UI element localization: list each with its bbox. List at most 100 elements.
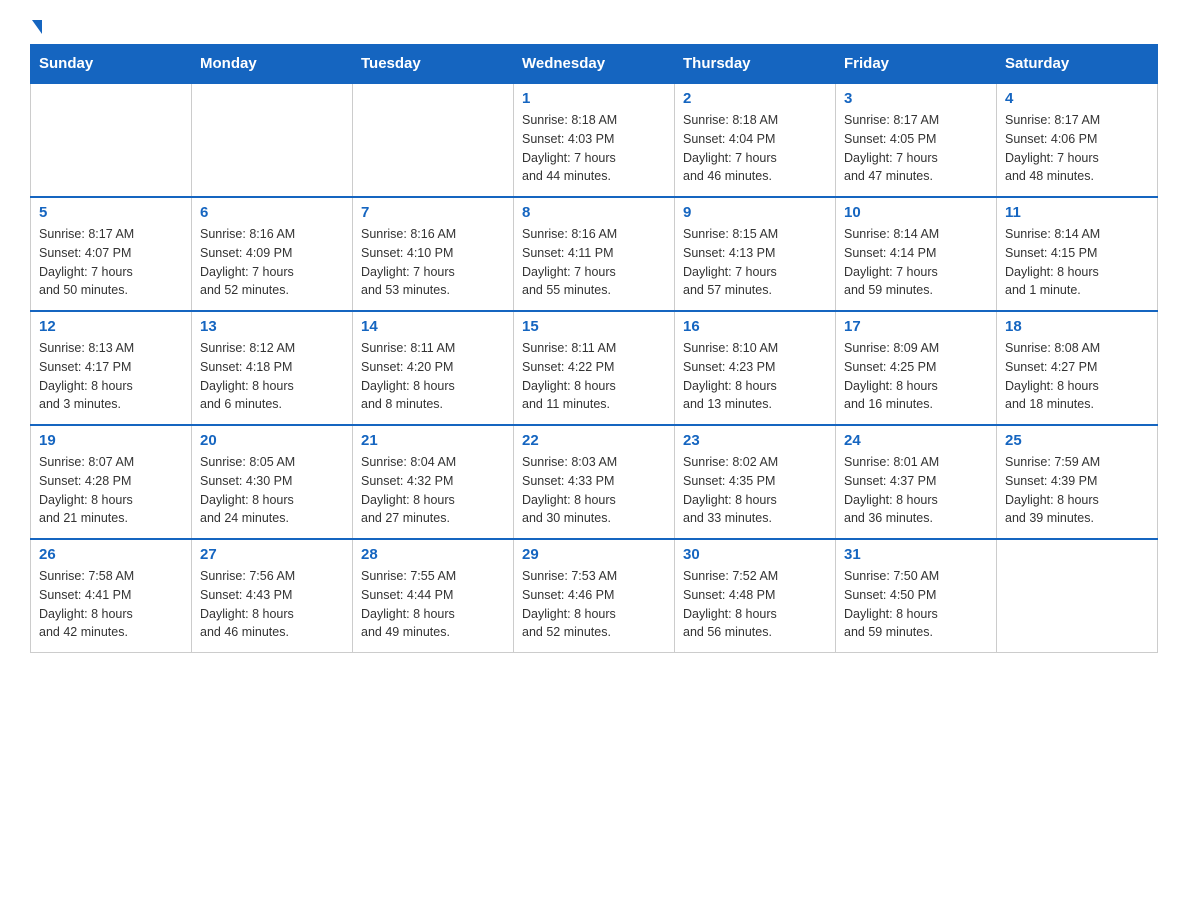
day-number: 24 [844, 432, 988, 449]
calendar-cell: 12 Sunrise: 8:13 AMSunset: 4:17 PMDayligh… [31, 311, 192, 425]
calendar-cell: 30 Sunrise: 7:52 AMSunset: 4:48 PMDayligh… [675, 539, 836, 653]
day-number: 19 [39, 432, 183, 449]
calendar-cell: 2Sunrise: 8:18 AMSunset: 4:04 PMDaylight… [675, 83, 836, 197]
day-number: 4 [1005, 90, 1149, 107]
logo [30, 20, 42, 34]
calendar-cell: 23Sunrise: 8:02 AMSunset: 4:35 PMDayligh… [675, 425, 836, 539]
calendar-week-row: 19 Sunrise: 8:07 AMSunset: 4:28 PMDayligh… [31, 425, 1158, 539]
calendar-cell: 9 Sunrise: 8:15 AMSunset: 4:13 PMDaylight… [675, 197, 836, 311]
calendar-cell: 6Sunrise: 8:16 AMSunset: 4:09 PMDaylight… [192, 197, 353, 311]
day-info: Sunrise: 7:58 AMSunset: 4:41 PMDaylight:… [39, 567, 183, 642]
day-number: 11 [1005, 204, 1149, 221]
day-number: 12 [39, 318, 183, 335]
calendar-cell: 26 Sunrise: 7:58 AMSunset: 4:41 PMDayligh… [31, 539, 192, 653]
day-number: 9 [683, 204, 827, 221]
day-number: 30 [683, 546, 827, 563]
day-info: Sunrise: 7:50 AMSunset: 4:50 PMDaylight:… [844, 567, 988, 642]
day-info: Sunrise: 7:56 AMSunset: 4:43 PMDaylight:… [200, 567, 344, 642]
day-number: 3 [844, 90, 988, 107]
day-number: 17 [844, 318, 988, 335]
calendar-header-row: SundayMondayTuesdayWednesdayThursdayFrid… [31, 45, 1158, 84]
calendar-cell: 25 Sunrise: 7:59 AMSunset: 4:39 PMDayligh… [997, 425, 1158, 539]
day-info: Sunrise: 8:16 AMSunset: 4:10 PMDaylight:… [361, 225, 505, 300]
calendar-cell: 3 Sunrise: 8:17 AMSunset: 4:05 PMDaylight… [836, 83, 997, 197]
day-info: Sunrise: 8:13 AMSunset: 4:17 PMDaylight:… [39, 339, 183, 414]
day-info: Sunrise: 8:15 AMSunset: 4:13 PMDaylight:… [683, 225, 827, 300]
calendar-cell: 18 Sunrise: 8:08 AMSunset: 4:27 PMDayligh… [997, 311, 1158, 425]
day-info: Sunrise: 7:52 AMSunset: 4:48 PMDaylight:… [683, 567, 827, 642]
calendar-week-row: 12 Sunrise: 8:13 AMSunset: 4:17 PMDayligh… [31, 311, 1158, 425]
day-number: 16 [683, 318, 827, 335]
day-info: Sunrise: 8:04 AMSunset: 4:32 PMDaylight:… [361, 453, 505, 528]
day-info: Sunrise: 8:12 AMSunset: 4:18 PMDaylight:… [200, 339, 344, 414]
day-number: 29 [522, 546, 666, 563]
day-number: 13 [200, 318, 344, 335]
header-tuesday: Tuesday [353, 45, 514, 84]
day-number: 5 [39, 204, 183, 221]
day-number: 8 [522, 204, 666, 221]
day-info: Sunrise: 8:17 AMSunset: 4:07 PMDaylight:… [39, 225, 183, 300]
calendar-cell: 31 Sunrise: 7:50 AMSunset: 4:50 PMDayligh… [836, 539, 997, 653]
calendar-cell: 7 Sunrise: 8:16 AMSunset: 4:10 PMDaylight… [353, 197, 514, 311]
day-number: 7 [361, 204, 505, 221]
day-info: Sunrise: 8:05 AMSunset: 4:30 PMDaylight:… [200, 453, 344, 528]
day-number: 1 [522, 90, 666, 107]
calendar-cell: 14 Sunrise: 8:11 AMSunset: 4:20 PMDayligh… [353, 311, 514, 425]
day-info: Sunrise: 8:01 AMSunset: 4:37 PMDaylight:… [844, 453, 988, 528]
day-number: 10 [844, 204, 988, 221]
calendar-cell: 10 Sunrise: 8:14 AMSunset: 4:14 PMDayligh… [836, 197, 997, 311]
day-info: Sunrise: 8:18 AMSunset: 4:03 PMDaylight:… [522, 111, 666, 186]
day-info: Sunrise: 8:14 AMSunset: 4:14 PMDaylight:… [844, 225, 988, 300]
day-number: 27 [200, 546, 344, 563]
calendar-week-row: 1 Sunrise: 8:18 AMSunset: 4:03 PMDaylight… [31, 83, 1158, 197]
day-info: Sunrise: 7:59 AMSunset: 4:39 PMDaylight:… [1005, 453, 1149, 528]
calendar-cell: 29 Sunrise: 7:53 AMSunset: 4:46 PMDayligh… [514, 539, 675, 653]
calendar-cell [192, 83, 353, 197]
calendar-cell [997, 539, 1158, 653]
day-info: Sunrise: 8:17 AMSunset: 4:06 PMDaylight:… [1005, 111, 1149, 186]
logo-triangle-icon [32, 20, 42, 34]
calendar-cell: 22 Sunrise: 8:03 AMSunset: 4:33 PMDayligh… [514, 425, 675, 539]
day-number: 2 [683, 90, 827, 107]
day-info: Sunrise: 8:14 AMSunset: 4:15 PMDaylight:… [1005, 225, 1149, 300]
day-info: Sunrise: 8:11 AMSunset: 4:20 PMDaylight:… [361, 339, 505, 414]
calendar-cell: 11 Sunrise: 8:14 AMSunset: 4:15 PMDayligh… [997, 197, 1158, 311]
calendar-cell: 17Sunrise: 8:09 AMSunset: 4:25 PMDayligh… [836, 311, 997, 425]
calendar-cell: 15 Sunrise: 8:11 AMSunset: 4:22 PMDayligh… [514, 311, 675, 425]
header [30, 20, 1158, 34]
day-number: 31 [844, 546, 988, 563]
calendar-cell: 16 Sunrise: 8:10 AMSunset: 4:23 PMDayligh… [675, 311, 836, 425]
calendar-cell [31, 83, 192, 197]
day-info: Sunrise: 8:03 AMSunset: 4:33 PMDaylight:… [522, 453, 666, 528]
calendar-cell: 5 Sunrise: 8:17 AMSunset: 4:07 PMDaylight… [31, 197, 192, 311]
header-wednesday: Wednesday [514, 45, 675, 84]
day-info: Sunrise: 8:16 AMSunset: 4:09 PMDaylight:… [200, 225, 344, 300]
header-monday: Monday [192, 45, 353, 84]
calendar-cell [353, 83, 514, 197]
day-info: Sunrise: 7:53 AMSunset: 4:46 PMDaylight:… [522, 567, 666, 642]
header-friday: Friday [836, 45, 997, 84]
day-number: 20 [200, 432, 344, 449]
day-number: 28 [361, 546, 505, 563]
day-info: Sunrise: 8:10 AMSunset: 4:23 PMDaylight:… [683, 339, 827, 414]
day-number: 15 [522, 318, 666, 335]
header-sunday: Sunday [31, 45, 192, 84]
day-number: 23 [683, 432, 827, 449]
calendar-cell: 21Sunrise: 8:04 AMSunset: 4:32 PMDayligh… [353, 425, 514, 539]
day-info: Sunrise: 8:16 AMSunset: 4:11 PMDaylight:… [522, 225, 666, 300]
calendar-week-row: 26 Sunrise: 7:58 AMSunset: 4:41 PMDayligh… [31, 539, 1158, 653]
calendar-cell: 20 Sunrise: 8:05 AMSunset: 4:30 PMDayligh… [192, 425, 353, 539]
day-info: Sunrise: 8:17 AMSunset: 4:05 PMDaylight:… [844, 111, 988, 186]
calendar: SundayMondayTuesdayWednesdayThursdayFrid… [30, 44, 1158, 653]
day-info: Sunrise: 8:11 AMSunset: 4:22 PMDaylight:… [522, 339, 666, 414]
day-number: 22 [522, 432, 666, 449]
day-number: 18 [1005, 318, 1149, 335]
calendar-cell: 1 Sunrise: 8:18 AMSunset: 4:03 PMDaylight… [514, 83, 675, 197]
day-info: Sunrise: 8:08 AMSunset: 4:27 PMDaylight:… [1005, 339, 1149, 414]
day-info: Sunrise: 8:07 AMSunset: 4:28 PMDaylight:… [39, 453, 183, 528]
day-number: 26 [39, 546, 183, 563]
day-number: 14 [361, 318, 505, 335]
calendar-cell: 19 Sunrise: 8:07 AMSunset: 4:28 PMDayligh… [31, 425, 192, 539]
day-number: 25 [1005, 432, 1149, 449]
calendar-cell: 28Sunrise: 7:55 AMSunset: 4:44 PMDayligh… [353, 539, 514, 653]
